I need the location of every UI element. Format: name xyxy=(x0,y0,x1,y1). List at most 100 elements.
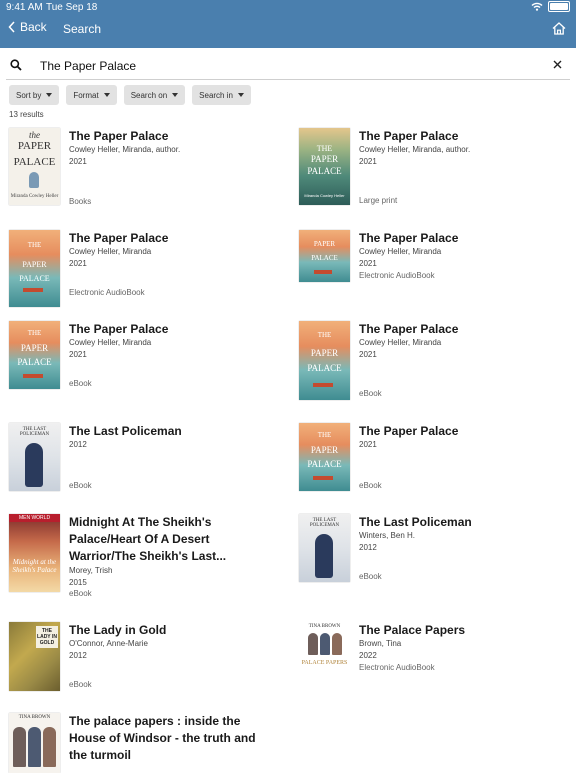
result-year: 2021 xyxy=(359,157,377,166)
battery-icon xyxy=(548,1,570,12)
cover-text: PALACE xyxy=(307,166,342,176)
result-title: The Palace Papers xyxy=(359,623,466,637)
result-title: The Paper Palace xyxy=(69,322,169,336)
filter-label: Search in xyxy=(199,90,233,100)
clear-search-button[interactable] xyxy=(553,57,562,72)
cover-text: PALACE xyxy=(17,357,52,367)
result-format: Large print xyxy=(359,196,398,205)
book-cover: TINA BROWN xyxy=(9,713,60,773)
result-format: Electronic AudioBook xyxy=(359,663,435,672)
search-on-dropdown[interactable]: Search on xyxy=(123,85,186,105)
book-cover: TINA BROWN PALACE PAPERS xyxy=(299,622,350,674)
result-title: The Paper Palace xyxy=(69,129,169,143)
cover-text: TINA BROWN xyxy=(18,715,51,720)
cover-boat xyxy=(313,476,333,480)
search-bar xyxy=(6,53,570,80)
sort-by-dropdown[interactable]: Sort by xyxy=(9,85,60,105)
cover-figure xyxy=(28,727,41,767)
cover-figure xyxy=(13,727,26,767)
result-item[interactable]: THE LAST POLICEMAN The Last Policeman Wi… xyxy=(299,514,569,602)
result-item[interactable]: THE PAPER PALACE The Paper Palace Cowley… xyxy=(299,321,569,409)
book-cover: MEN WORLD Midnight at the Sheikh's Palac… xyxy=(9,514,60,592)
cover-text: Miranda Cowley Heller xyxy=(10,194,59,199)
status-icons xyxy=(531,1,570,12)
result-format: Books xyxy=(69,197,92,206)
cover-text: TINA BROWN xyxy=(308,624,341,629)
close-icon xyxy=(553,60,562,69)
book-cover: THE PAPER PALACE xyxy=(9,321,60,389)
result-title: The Paper Palace xyxy=(359,424,459,438)
cover-figure xyxy=(43,727,56,767)
result-year: 2021 xyxy=(69,259,87,268)
result-author: O'Connor, Anne-Marie xyxy=(69,639,148,648)
cover-text: THE LAST POLICEMAN xyxy=(309,518,340,528)
result-year: 2012 xyxy=(69,440,87,449)
result-year: 2021 xyxy=(359,440,377,449)
result-item[interactable]: THE PAPER PALACE The Paper Palace 2021 e… xyxy=(299,423,569,511)
cover-text: MEN WORLD xyxy=(9,514,60,522)
cover-figure xyxy=(315,534,333,578)
result-title: The Last Policeman xyxy=(359,515,472,529)
caret-down-icon xyxy=(172,93,179,97)
cover-text: Miranda Cowley Heller xyxy=(304,193,345,198)
result-year: 2012 xyxy=(69,651,87,660)
cover-text: THE xyxy=(317,431,332,439)
result-format: eBook xyxy=(359,389,382,398)
result-item[interactable]: THE PAPER PALACE The Paper Palace Cowley… xyxy=(9,321,279,409)
result-year: 2012 xyxy=(359,543,377,552)
result-item[interactable]: THE LAST POLICEMAN The Last Policeman 20… xyxy=(9,423,279,511)
result-year: 2021 xyxy=(69,350,87,359)
result-author: Morey, Trish xyxy=(69,566,113,575)
result-format: Electronic AudioBook xyxy=(69,288,145,297)
home-button[interactable] xyxy=(552,22,566,40)
result-title: The Paper Palace xyxy=(359,322,459,336)
cover-text: PAPER xyxy=(22,260,47,269)
cover-boat xyxy=(23,288,43,292)
cover-figure xyxy=(320,633,330,655)
cover-text: THE LAST POLICEMAN xyxy=(19,427,50,437)
result-title: The palace papers : inside the House of … xyxy=(69,714,256,762)
chevron-left-icon xyxy=(8,21,15,33)
cover-text: PAPER xyxy=(310,154,339,164)
result-item[interactable]: MEN WORLD Midnight at the Sheikh's Palac… xyxy=(9,514,279,604)
navigation-bar: 9:41 AM Tue Sep 18 Back Search xyxy=(0,0,576,48)
cover-figure xyxy=(29,172,39,188)
cover-text: Midnight at the Sheikh's Palace xyxy=(12,558,57,574)
back-button[interactable]: Back xyxy=(8,20,47,34)
result-item[interactable]: THE PAPER PALACE The Paper Palace Cowley… xyxy=(9,230,279,318)
cover-text: PALACE xyxy=(311,254,338,262)
home-icon xyxy=(552,22,566,35)
result-format: eBook xyxy=(69,481,92,490)
cover-text: PALACE xyxy=(19,274,50,283)
result-item[interactable]: PAPER PALACE The Paper Palace Cowley Hel… xyxy=(299,230,569,318)
result-title: The Paper Palace xyxy=(69,231,169,245)
result-author: Cowley Heller, Miranda, author. xyxy=(69,145,181,154)
book-cover: THE PAPER PALACE xyxy=(299,423,350,491)
result-item[interactable]: TINA BROWN The palace papers : inside th… xyxy=(9,713,279,773)
status-time: 9:41 AM xyxy=(6,2,43,13)
filter-bar: Sort by Format Search on Search in xyxy=(9,85,251,105)
cover-text: PAPER xyxy=(310,348,339,358)
result-author: Brown, Tina xyxy=(359,639,402,648)
filter-label: Format xyxy=(73,90,99,100)
result-author: Cowley Heller, Miranda xyxy=(69,338,152,347)
cover-text: THE xyxy=(317,331,332,339)
cover-text: THE xyxy=(27,329,42,337)
result-author: Cowley Heller, Miranda xyxy=(359,338,442,347)
search-input[interactable] xyxy=(40,55,520,77)
format-dropdown[interactable]: Format xyxy=(66,85,117,105)
result-item[interactable]: THE PAPER PALACE Miranda Cowley Heller T… xyxy=(299,128,569,216)
result-year: 2021 xyxy=(359,259,377,268)
result-year: 2021 xyxy=(69,157,87,166)
result-item[interactable]: TINA BROWN PALACE PAPERS The Palace Pape… xyxy=(299,622,569,710)
result-author: Cowley Heller, Miranda xyxy=(359,247,442,256)
cover-text: THE xyxy=(316,144,333,153)
book-cover: PAPER PALACE xyxy=(299,230,350,282)
book-cover: THE PAPER PALACE Miranda Cowley Heller xyxy=(299,128,350,205)
result-year: 2015 xyxy=(69,578,87,587)
cover-text: THE LADY IN GOLD xyxy=(36,626,58,648)
result-item[interactable]: the PAPER PALACE Miranda Cowley Heller T… xyxy=(9,128,279,216)
filter-label: Sort by xyxy=(16,90,42,100)
search-in-dropdown[interactable]: Search in xyxy=(192,85,251,105)
result-item[interactable]: THE LADY IN GOLD The Lady in Gold O'Conn… xyxy=(9,622,279,710)
